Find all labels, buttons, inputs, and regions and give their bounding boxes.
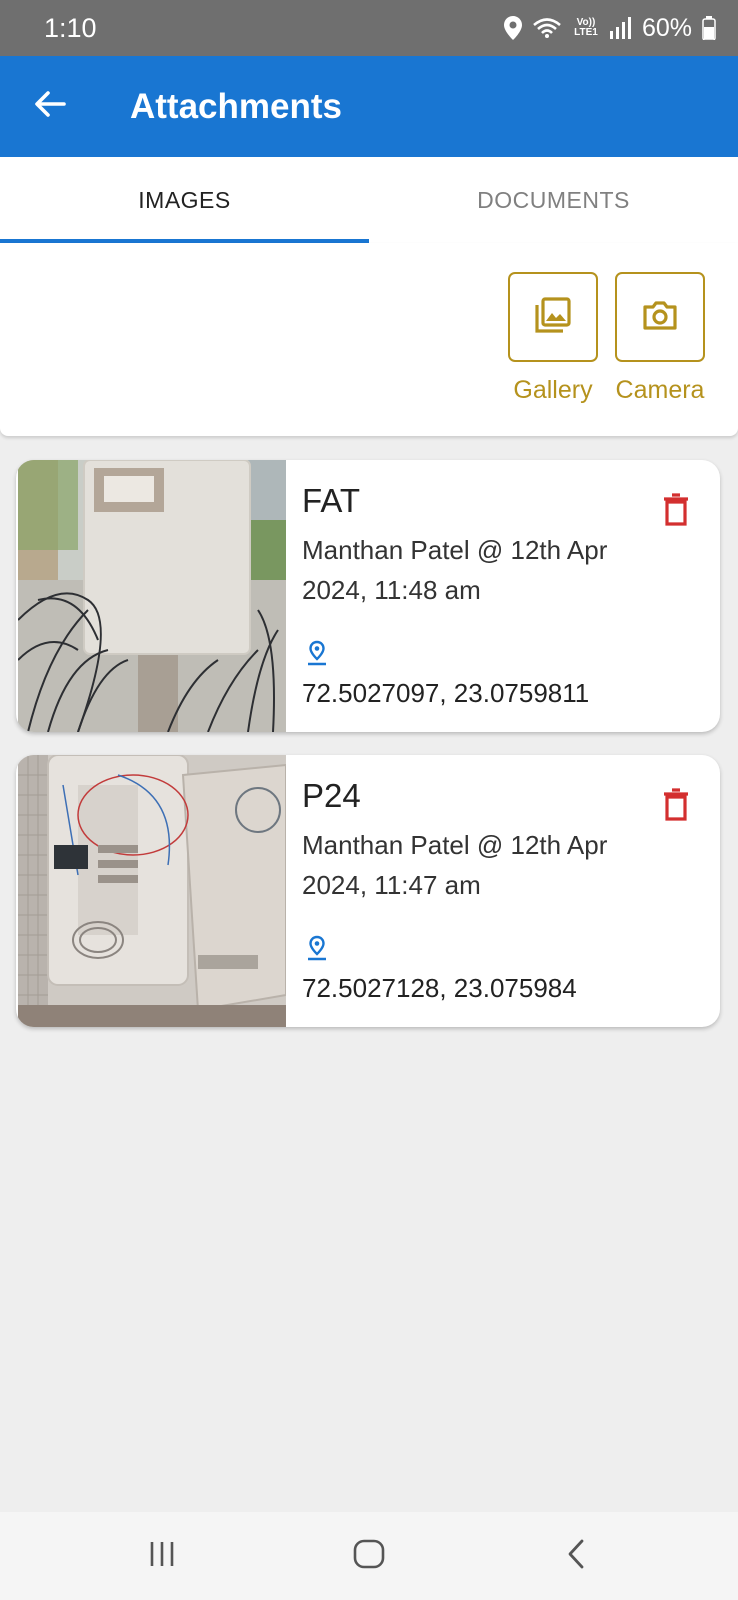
arrow-left-icon [34,90,66,123]
battery-icon [702,16,716,40]
gallery-label: Gallery [513,376,593,404]
home-button[interactable] [347,1534,391,1578]
tab-images[interactable]: IMAGES [0,157,369,243]
camera-icon [642,299,678,336]
attachment-card[interactable]: P24 Manthan Patel @ 12th Apr 2024, 11:47… [16,755,720,1027]
home-icon [353,1539,385,1574]
wifi-icon [532,17,562,39]
volte-icon: Vo)) LTE1 [574,17,598,38]
attachment-uploader: Manthan Patel @ 12th Apr 2024, 11:47 am [302,830,608,900]
delete-button[interactable] [654,785,698,829]
tab-bar: IMAGES DOCUMENTS [0,157,738,243]
gallery-icon [533,295,573,340]
back-nav-icon [566,1539,586,1574]
gallery-button[interactable]: Gallery [503,272,603,405]
signal-icon [609,17,632,39]
add-attachment-panel: Gallery Camera [0,243,738,436]
back-nav-button[interactable] [554,1534,598,1578]
attachment-thumbnail[interactable] [18,755,287,1027]
attachment-coordinates: 72.5027097, 23.0759811 [302,678,590,708]
status-bar: 1:10 Vo)) LTE1 60% [0,0,738,56]
location-icon [503,16,522,40]
trash-icon [663,492,689,532]
app-bar: Attachments [0,56,738,157]
location-pin-icon [306,935,328,966]
status-icons: Vo)) LTE1 60% [503,13,716,43]
back-button[interactable] [0,56,100,157]
camera-label: Camera [615,376,705,404]
location-pin-icon [306,640,328,671]
camera-box[interactable] [615,272,705,362]
gallery-box[interactable] [508,272,598,362]
page-title: Attachments [130,86,342,126]
battery-text: 60% [641,13,692,42]
attachment-coordinates: 72.5027128, 23.075984 [302,973,577,1003]
trash-icon [663,787,689,827]
attachment-title: FAT [302,482,361,519]
tab-documents[interactable]: DOCUMENTS [369,157,738,243]
recent-apps-icon [148,1541,176,1572]
tab-documents-label: DOCUMENTS [477,186,630,213]
status-time: 1:10 [44,12,97,43]
recent-apps-button[interactable] [140,1534,184,1578]
tab-images-label: IMAGES [138,186,231,213]
attachment-card[interactable]: FAT Manthan Patel @ 12th Apr 2024, 11:48… [16,460,720,732]
delete-button[interactable] [654,490,698,534]
attachment-thumbnail[interactable] [17,460,286,732]
attachment-title: P24 [302,777,361,814]
system-nav-bar [0,1512,738,1600]
camera-button[interactable]: Camera [610,272,710,405]
attachment-uploader: Manthan Patel @ 12th Apr 2024, 11:48 am [302,535,608,605]
